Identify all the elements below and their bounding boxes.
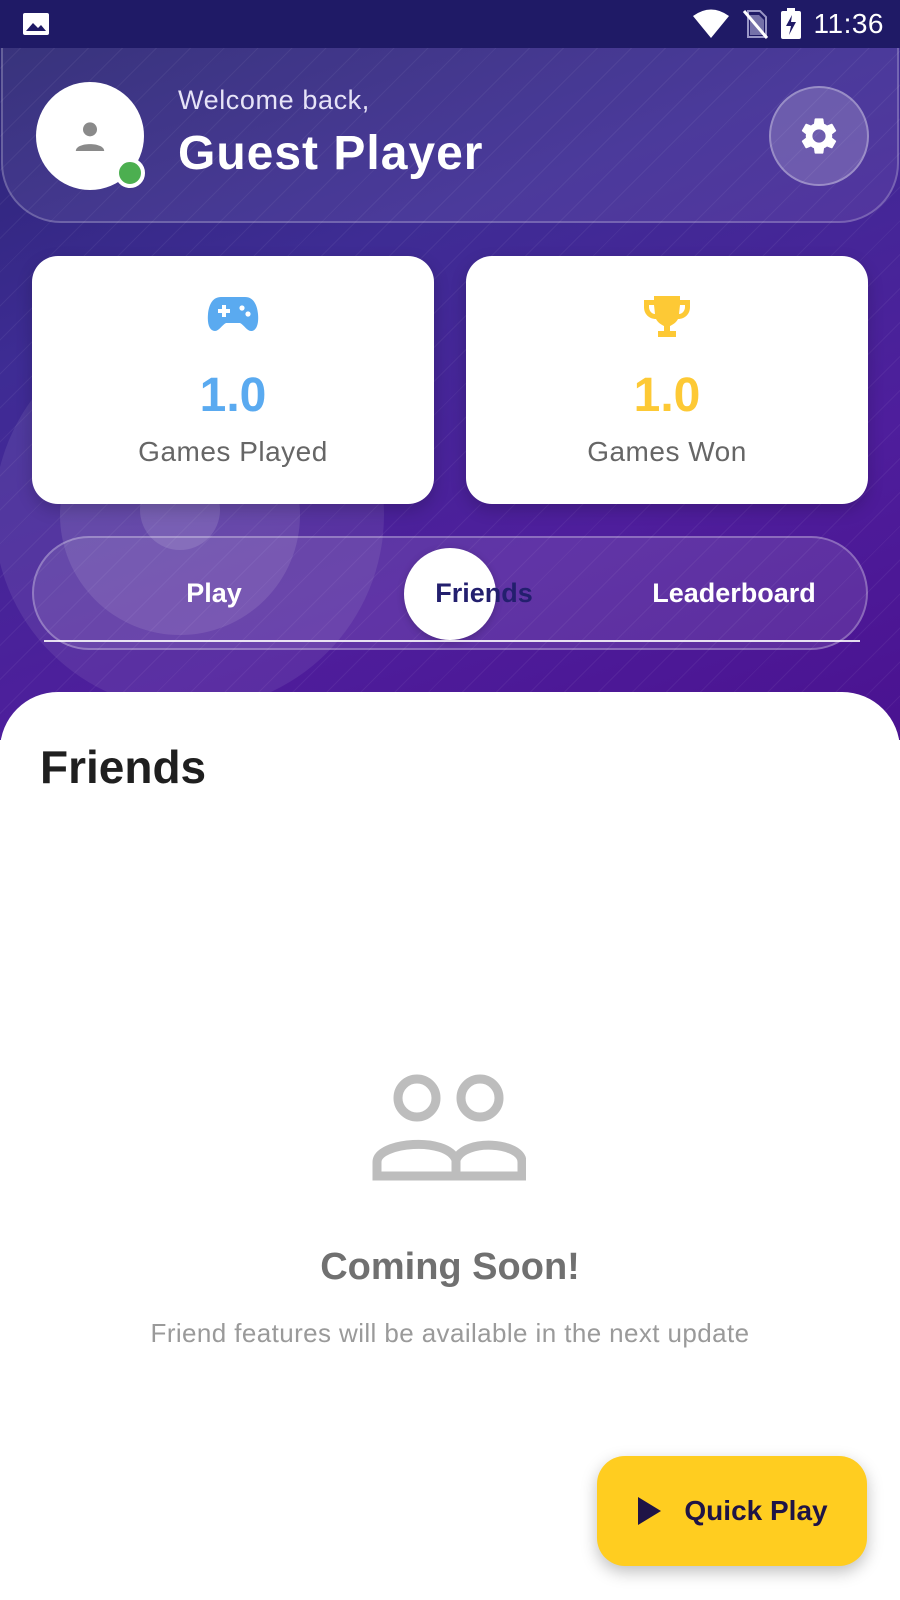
tab-bar: Play Friends Leaderboard (32, 536, 868, 650)
games-won-card: 1.0 Games Won (466, 256, 868, 504)
coming-soon-subtitle: Friend features will be available in the… (150, 1318, 750, 1348)
tab-leaderboard[interactable]: Leaderboard (624, 538, 844, 648)
gamepad-icon (207, 297, 259, 331)
welcome-text: Welcome back, (178, 85, 370, 115)
games-won-label: Games Won (587, 436, 747, 467)
no-sim-icon (742, 10, 768, 39)
games-played-value: 1.0 (199, 369, 267, 422)
games-played-label: Games Played (138, 436, 328, 467)
games-played-card: 1.0 Games Played (32, 256, 434, 504)
settings-button[interactable] (769, 86, 869, 186)
tab-underline (44, 640, 860, 642)
clock: 11:36 (813, 8, 884, 39)
player-name: Guest Player (178, 127, 484, 180)
person-icon (75, 122, 105, 151)
quick-play-label: Quick Play (684, 1495, 828, 1526)
battery-charging-icon (780, 8, 801, 39)
people-icon (372, 1074, 526, 1181)
image-icon (23, 13, 49, 35)
trophy-icon (644, 296, 690, 337)
gear-icon (801, 118, 837, 154)
status-bar: 11:36 (0, 0, 900, 48)
games-won-value: 1.0 (633, 369, 701, 422)
coming-soon-title: Coming Soon! (320, 1246, 580, 1288)
profile-card: Welcome back, Guest Player (1, 48, 899, 223)
play-icon (638, 1497, 662, 1525)
section-title: Friends (40, 741, 207, 793)
online-status-dot (115, 158, 145, 188)
tab-friends[interactable]: Friends (374, 538, 594, 648)
tab-play[interactable]: Play (124, 538, 304, 648)
wifi-icon (692, 9, 729, 38)
quick-play-button[interactable]: Quick Play (597, 1456, 867, 1566)
